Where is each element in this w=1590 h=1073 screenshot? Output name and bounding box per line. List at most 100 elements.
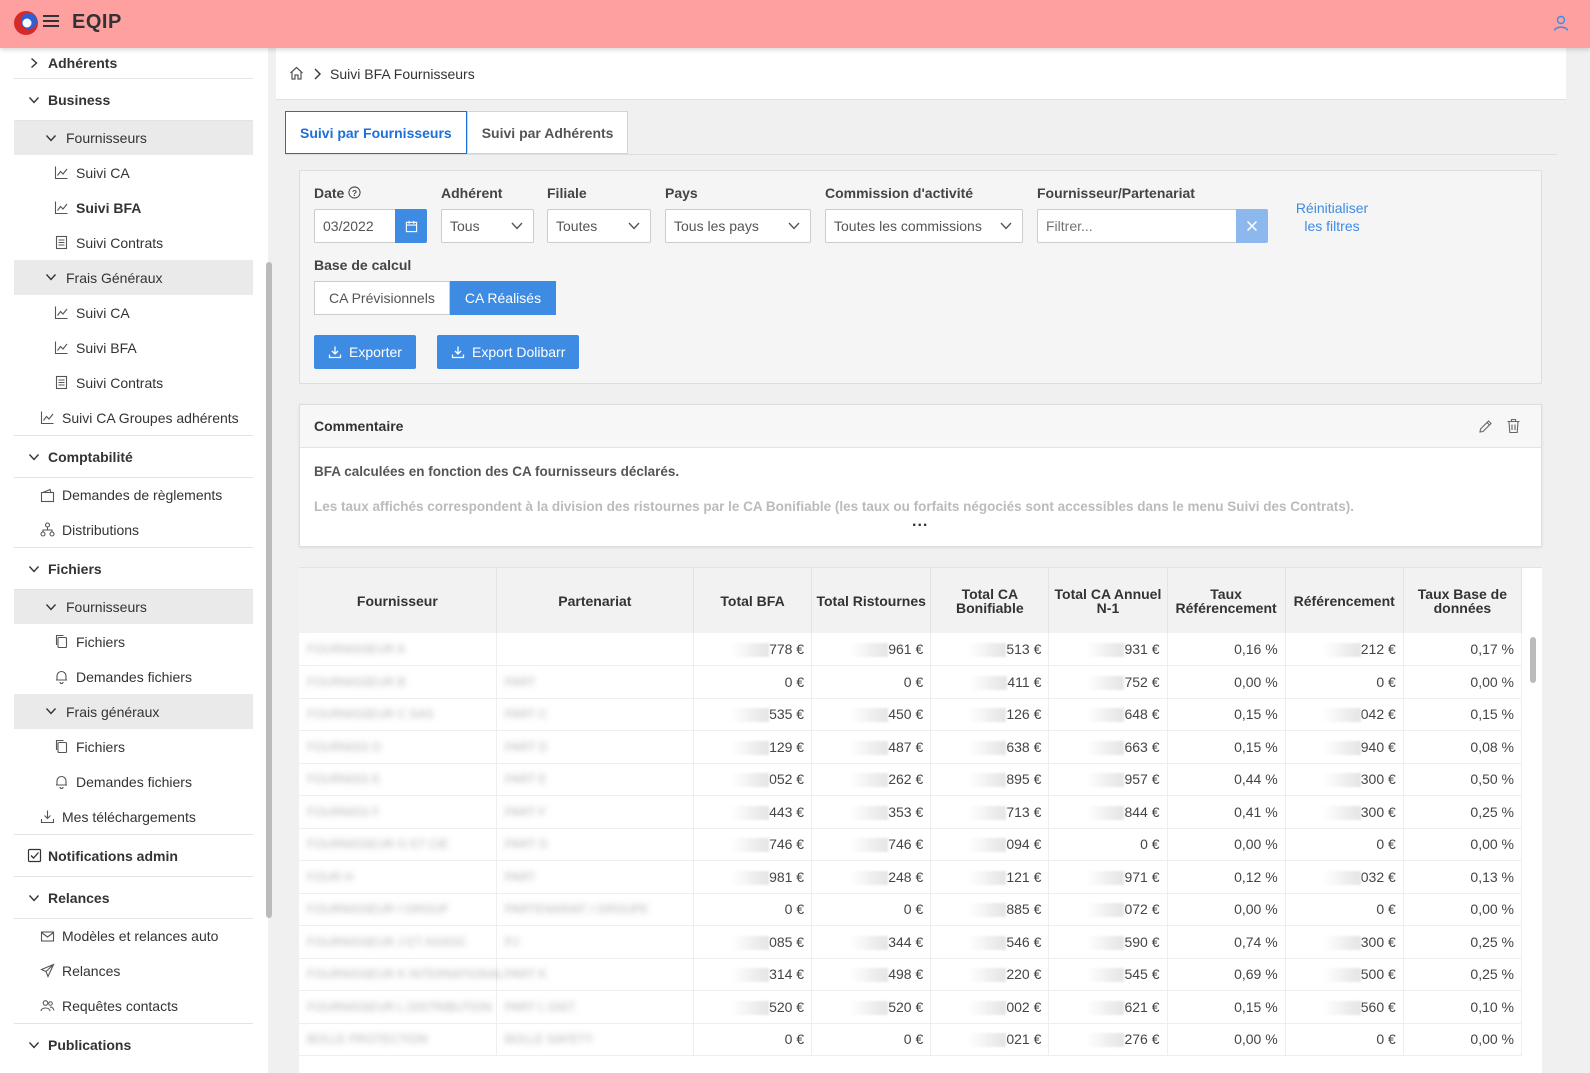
tab-suivi-fournisseurs[interactable]: Suivi par Fournisseurs bbox=[285, 111, 467, 154]
sidebar-item-demandes-fichiers[interactable]: Demandes fichiers bbox=[14, 659, 253, 694]
commission-select[interactable]: Toutes les commissions bbox=[825, 209, 1023, 243]
clear-filter-button[interactable] bbox=[1236, 209, 1268, 243]
cell-value: 042 € bbox=[1360, 706, 1396, 723]
redacted-mask bbox=[1086, 643, 1125, 658]
column-header[interactable]: Total BFA bbox=[693, 568, 813, 633]
table-cell: 0,12 % bbox=[1167, 860, 1286, 894]
table-row[interactable]: FOURNISS E PART E 052 € 262 € 895 € 957 € 0,44… bbox=[299, 763, 1523, 796]
sidebar-section-relances[interactable]: Relances bbox=[14, 876, 253, 918]
sidebar-label: Notifications admin bbox=[48, 847, 178, 864]
help-icon[interactable]: ? bbox=[348, 186, 361, 199]
sidebar-group-fournisseurs[interactable]: Fournisseurs bbox=[14, 589, 253, 624]
sidebar-scrollbar[interactable] bbox=[266, 262, 272, 918]
sidebar-section-adherents[interactable]: Adhérents bbox=[14, 48, 253, 78]
sidebar-item-demandes-de-reglements[interactable]: Demandes de règlements bbox=[14, 477, 253, 512]
table-row[interactable]: FOURNISSEUR C SAS PART C 535 € 450 € 126 € 64… bbox=[299, 698, 1523, 731]
tab-suivi-adherents[interactable]: Suivi par Adhérents bbox=[466, 111, 629, 154]
table-row[interactable]: FOURNISSEUR I GROUP PARTENARIAT I GROUPE 0… bbox=[299, 893, 1523, 926]
sidebar-section-comptabilite[interactable]: Comptabilité bbox=[14, 435, 253, 477]
calendar-button[interactable] bbox=[395, 209, 427, 243]
table-row[interactable]: FOURNISS D PART D 129 € 487 € 638 € 663 € 0,15… bbox=[299, 730, 1523, 764]
sidebar-label: Relances bbox=[48, 889, 110, 906]
sidebar-item-suivi-bfa[interactable]: Suivi BFA bbox=[14, 190, 253, 225]
table-cell: 0,00 % bbox=[1167, 893, 1286, 926]
sidebar-group-frais-generaux[interactable]: Frais généraux bbox=[14, 694, 253, 729]
fournisseur-filter-input[interactable] bbox=[1037, 209, 1237, 243]
table-cell: 0,25 % bbox=[1403, 958, 1523, 991]
app-logo-icon[interactable] bbox=[12, 8, 42, 38]
sidebar-section-business[interactable]: Business bbox=[14, 78, 253, 120]
cell-value: 638 € bbox=[1006, 738, 1042, 755]
sidebar-item-mes-telechargements[interactable]: Mes téléchargements bbox=[14, 799, 253, 834]
table-row[interactable]: FOURNISSEUR A 778 € 961 € 513 € 931 € 0,16 % 2… bbox=[299, 633, 1523, 666]
redacted-mask bbox=[850, 805, 889, 820]
sidebar-item-fichiers[interactable]: Fichiers bbox=[14, 729, 253, 764]
cell-value: 0 € bbox=[903, 1031, 924, 1048]
user-icon[interactable] bbox=[1552, 14, 1570, 32]
column-header[interactable]: Total CA Annuel N-1 bbox=[1048, 568, 1168, 633]
table-scrollbar[interactable] bbox=[1530, 637, 1536, 683]
table-row[interactable]: FOURNISSEUR G ET CIE PART G 746 € 746 € 094 … bbox=[299, 828, 1523, 861]
export-button[interactable]: Exporter bbox=[314, 335, 416, 369]
sidebar-item-demandes-fichiers[interactable]: Demandes fichiers bbox=[14, 764, 253, 799]
sidebar-item-suivi-bfa[interactable]: Suivi BFA bbox=[14, 330, 253, 365]
table-row[interactable]: BOLLE PROTECTION BOLLE SAFETY 0 € 0 € 021 € 2… bbox=[299, 1023, 1523, 1056]
menu-icon[interactable] bbox=[43, 15, 59, 29]
sidebar-section-notifications-admin[interactable]: Notifications admin bbox=[14, 834, 253, 876]
sidebar-section-fichiers[interactable]: Fichiers bbox=[14, 547, 253, 589]
sidebar-item-suivi-contrats[interactable]: Suivi Contrats bbox=[14, 365, 253, 400]
column-header[interactable]: Fournisseur bbox=[299, 568, 497, 633]
table-row[interactable]: FOURNISSEUR K INTERNATIONAL PART K 314 € 49… bbox=[299, 958, 1523, 991]
date-input[interactable]: 03/2022 bbox=[314, 209, 396, 243]
sidebar-item-modeles-et-relances-auto[interactable]: Modèles et relances auto bbox=[14, 918, 253, 953]
column-header[interactable]: Total Ristournes bbox=[811, 568, 932, 633]
pencil-icon[interactable] bbox=[1478, 419, 1493, 434]
table-row[interactable]: FOUR H PART 981 € 248 € 121 € 971 € 0,12 % 032 … bbox=[299, 860, 1523, 894]
more-icon[interactable]: ... bbox=[912, 513, 928, 531]
sidebar-group-fournisseurs[interactable]: Fournisseurs bbox=[14, 120, 253, 155]
sidebar-item-requetes-contacts[interactable]: Requêtes contacts bbox=[14, 988, 253, 1023]
column-header[interactable]: Taux Référencement bbox=[1167, 568, 1286, 633]
column-header[interactable]: Total CA Bonifiable bbox=[930, 568, 1050, 633]
app-brand: EQIP bbox=[72, 11, 122, 33]
table-row[interactable]: FOURNISS F PART F 443 € 353 € 713 € 844 € 0,41… bbox=[299, 795, 1523, 829]
column-header[interactable]: Taux Base de données bbox=[1403, 568, 1523, 633]
trash-icon[interactable] bbox=[1506, 418, 1521, 434]
sidebar-item-suivi-ca[interactable]: Suivi CA bbox=[14, 295, 253, 330]
cell-value: 0 € bbox=[1376, 901, 1396, 918]
chevron-down-icon bbox=[28, 1042, 40, 1049]
table-cell: 0,00 % bbox=[1403, 893, 1523, 926]
commission-label: Commission d'activité bbox=[825, 185, 974, 201]
sidebar-item-relances[interactable]: Relances bbox=[14, 953, 253, 988]
table-row[interactable]: FOURNISSEUR J ET ASSOC PJ 085 € 344 € 546 € 5… bbox=[299, 925, 1523, 959]
ca-previsionnels-option[interactable]: CA Prévisionnels bbox=[314, 281, 450, 315]
table-row[interactable]: FOURNISSEUR L DISTRIBUTION PART L DIST 520… bbox=[299, 990, 1523, 1024]
table-cell: 0 € bbox=[1285, 893, 1404, 926]
close-icon bbox=[1246, 220, 1258, 232]
column-header[interactable]: Référencement bbox=[1285, 568, 1404, 633]
sidebar-item-suivi-contrats[interactable]: Suivi Contrats bbox=[14, 225, 253, 260]
sidebar-section-publications[interactable]: Publications bbox=[14, 1023, 253, 1065]
export-dolibarr-button[interactable]: Export Dolibarr bbox=[437, 335, 580, 369]
ca-realises-option[interactable]: CA Réalisés bbox=[449, 281, 557, 315]
table-row[interactable]: FOURNISSEUR B PART 0 € 0 € 411 € 752 € 0,00 % 0… bbox=[299, 665, 1523, 699]
redacted-mask bbox=[1086, 740, 1125, 755]
column-header[interactable]: Partenariat bbox=[496, 568, 694, 633]
adherent-select[interactable]: Tous bbox=[441, 209, 534, 243]
sidebar-item-distributions[interactable]: Distributions bbox=[14, 512, 253, 547]
tabs: Suivi par Fournisseurs Suivi par Adhéren… bbox=[285, 111, 629, 155]
redacted-mask bbox=[1086, 773, 1125, 788]
sidebar-item-suivi-ca[interactable]: Suivi CA bbox=[14, 155, 253, 190]
breadcrumb: Suivi BFA Fournisseurs bbox=[276, 48, 1566, 100]
home-icon[interactable] bbox=[289, 66, 304, 80]
reset-filters-link[interactable]: Réinitialiser les filtres bbox=[1292, 199, 1372, 235]
redacted-mask bbox=[850, 935, 889, 950]
sidebar-item-suivi-ca-groupes-adherents[interactable]: Suivi CA Groupes adhérents bbox=[14, 400, 253, 435]
pays-select[interactable]: Tous les pays bbox=[665, 209, 811, 243]
cell-value: 276 € bbox=[1124, 1031, 1160, 1048]
sidebar-group-frais-generaux[interactable]: Frais Généraux bbox=[14, 260, 253, 295]
base-calcul-label: Base de calcul bbox=[314, 257, 412, 273]
sidebar-item-fichiers[interactable]: Fichiers bbox=[14, 624, 253, 659]
table-cell: 0 € bbox=[811, 665, 932, 699]
filiale-select[interactable]: Toutes bbox=[547, 209, 651, 243]
